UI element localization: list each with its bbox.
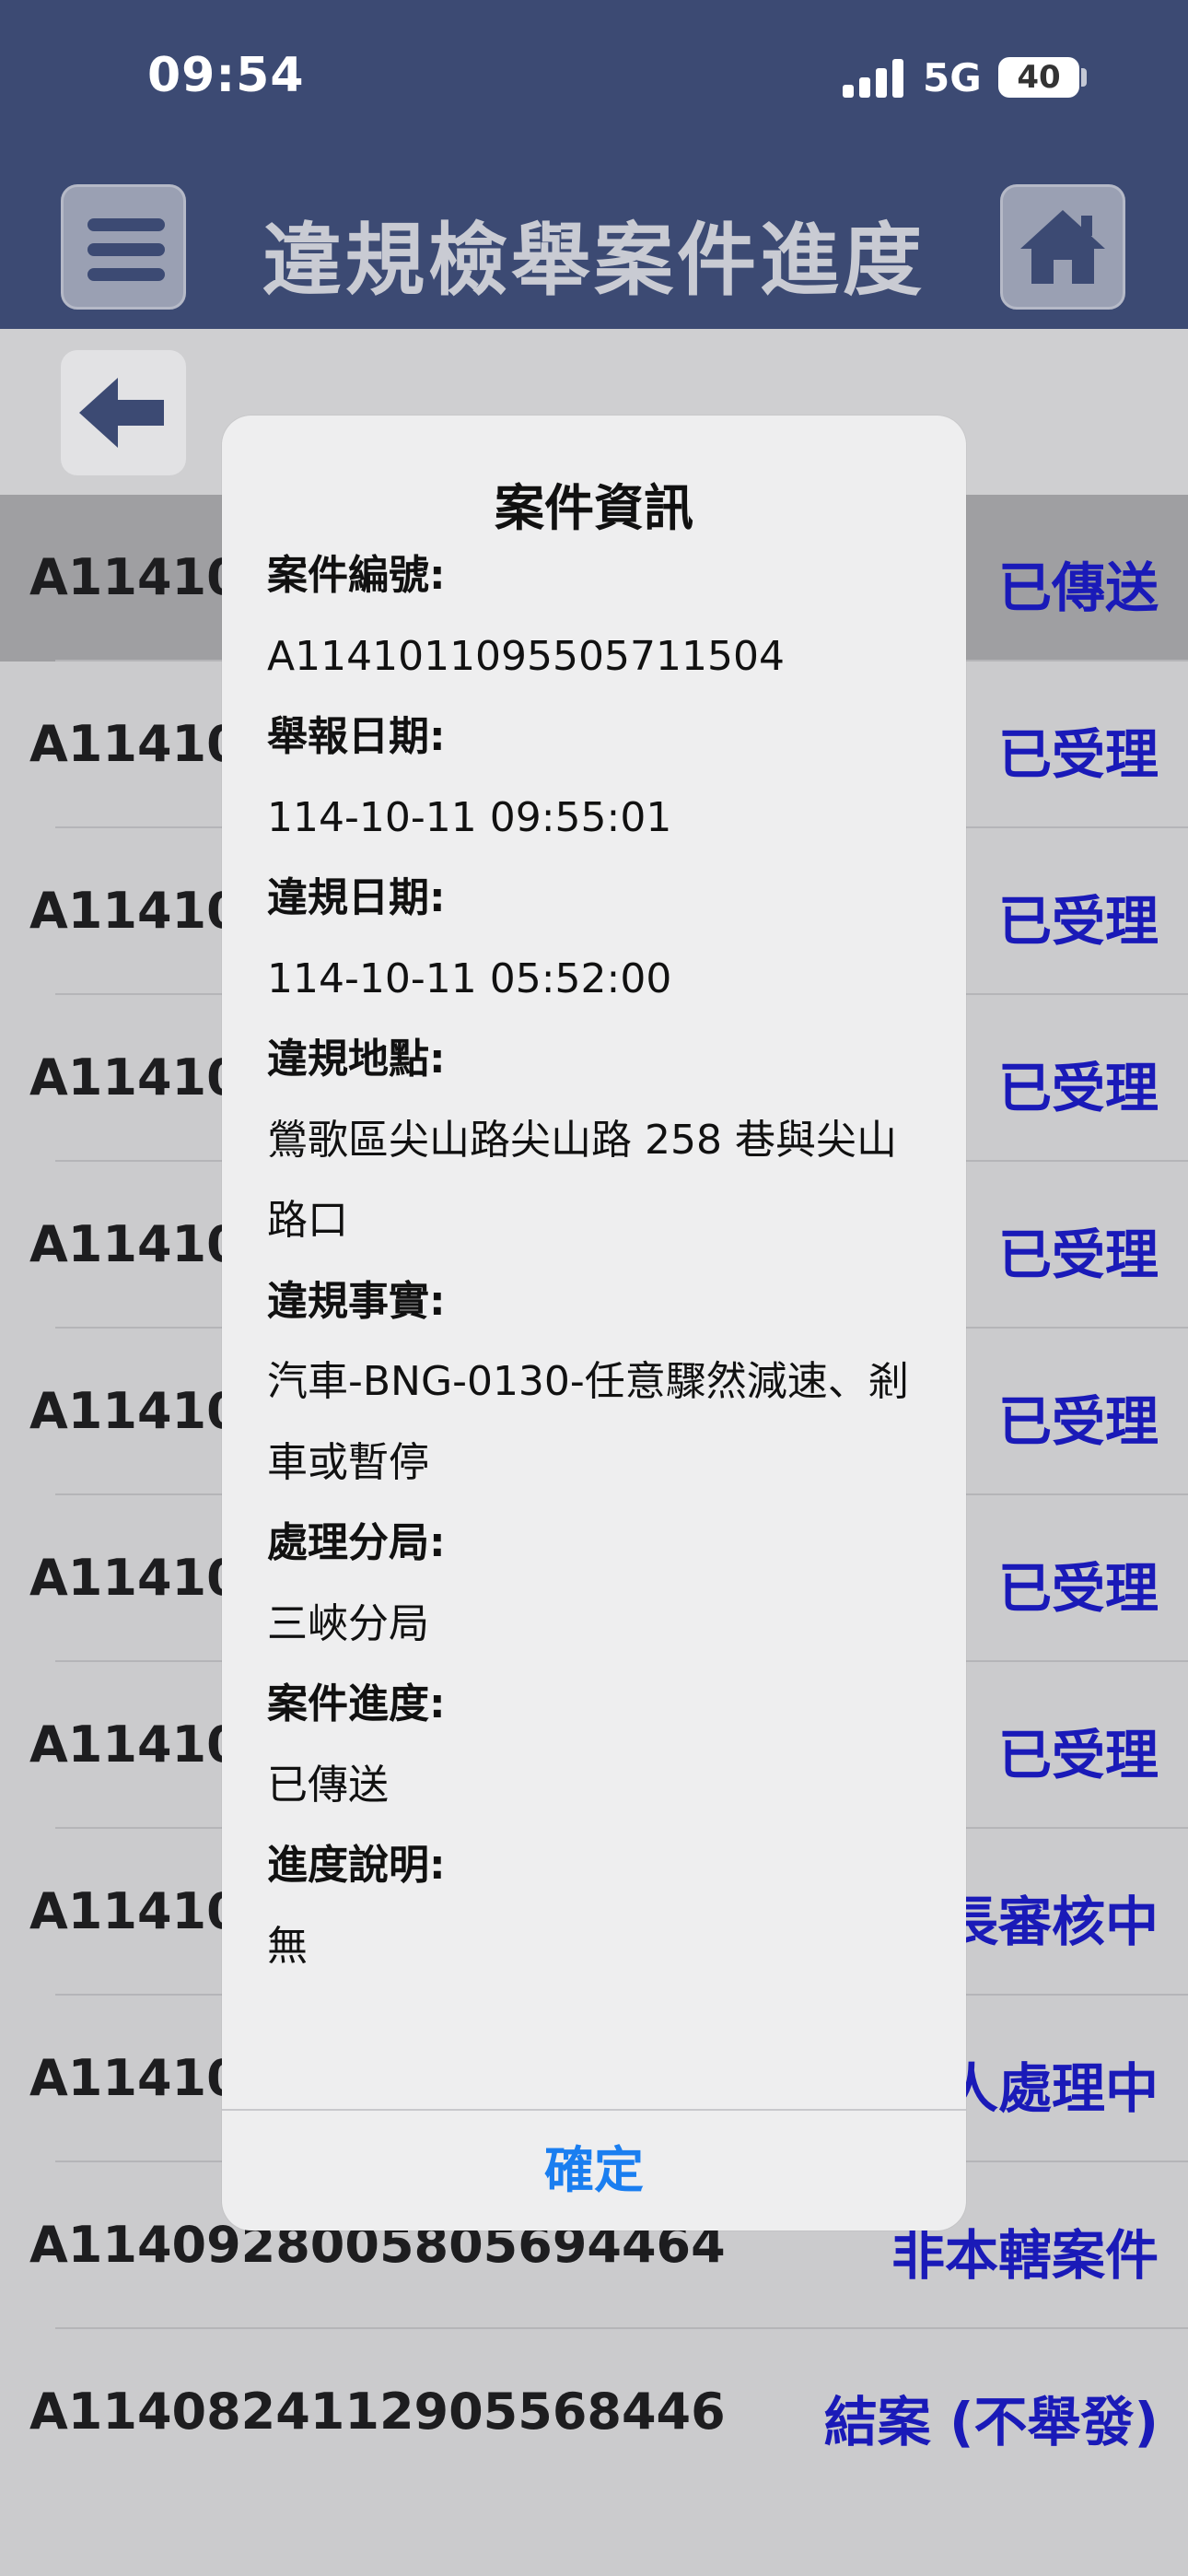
confirm-button[interactable]: 確定 — [222, 2111, 966, 2231]
field-value: 三峽分局 — [267, 1599, 429, 1647]
field-value: 114-10-11 05:52:00 — [267, 954, 672, 1002]
field-value: 鶯歌區尖山路尖山路 258 巷與尖山路口 — [267, 1116, 897, 1245]
field-label: 案件編號: — [267, 552, 446, 599]
field-value: A114101109550571150​4 — [267, 632, 785, 680]
field-label: 案件進度: — [267, 1680, 446, 1727]
field-label: 違規事實: — [267, 1277, 446, 1325]
field-value: 汽車-BNG-0130-任意驟然減速、剎車或暫停 — [267, 1358, 909, 1486]
field-label: 處理分局: — [267, 1519, 446, 1566]
field-label: 進度說明: — [267, 1842, 446, 1889]
dialog-body: 案件編號: A114101109550571150​4 舉報日期: 114-10-11… — [267, 535, 930, 1986]
field-label: 違規地點: — [267, 1036, 446, 1083]
field-value: 114-10-11 09:55:01 — [267, 793, 672, 841]
field-value: 無 — [267, 1922, 308, 1970]
case-info-dialog: 案件資訊 案件編號: A114101109550571150​4 舉報日期: 114-… — [222, 416, 966, 2231]
dialog-title: 案件資訊 — [495, 479, 693, 537]
field-label: 舉報日期: — [267, 713, 446, 760]
field-value: 已傳送 — [267, 1761, 389, 1809]
field-label: 違規日期: — [267, 874, 446, 921]
